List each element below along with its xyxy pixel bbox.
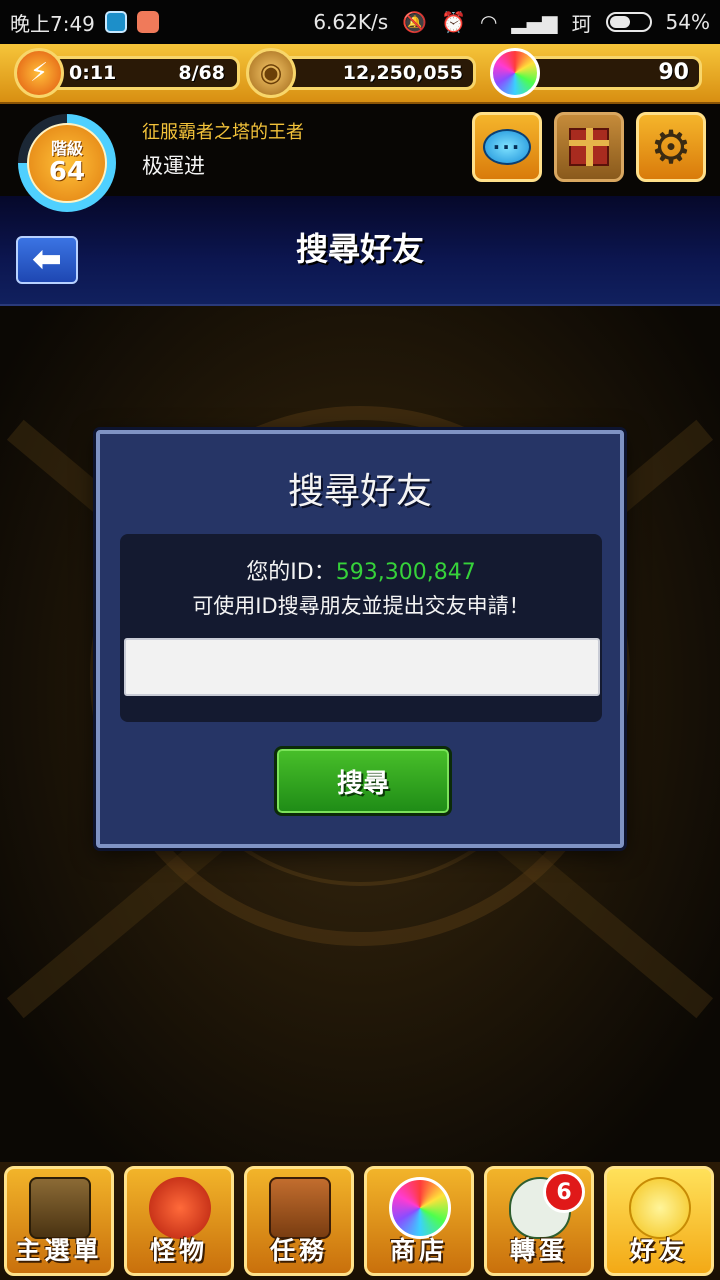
quest-book-icon — [269, 1177, 331, 1239]
gold-value: 12,250,055 — [342, 62, 463, 84]
nav-shop[interactable]: 商店 — [364, 1166, 474, 1276]
shop-orb-icon — [389, 1177, 451, 1239]
gold-coin-icon: ◉ — [246, 48, 296, 98]
gift-box-icon — [569, 128, 609, 166]
gear-icon: ⚙ — [650, 120, 692, 174]
battery-percent: 54% — [665, 10, 710, 34]
chat-button[interactable]: ··· — [472, 112, 542, 182]
dialog-title: 搜尋好友 — [287, 471, 432, 512]
search-friend-dialog: 搜尋好友 您的ID：593,300,847 可使用ID搜尋朋友並提出交友申請！ … — [96, 430, 624, 848]
nav-main-menu[interactable]: 主選單 — [4, 1166, 114, 1276]
nav-label: 好友 — [629, 1236, 688, 1265]
player-title: 征服霸者之塔的王者 — [142, 122, 304, 143]
settings-button[interactable]: ⚙ — [636, 112, 706, 182]
battery-fill — [609, 16, 631, 28]
stamina-counter: 0:11 8/68 — [40, 56, 240, 90]
bottom-nav: 主選單 怪物 任務 商店 6 轉蛋 好友 — [0, 1162, 720, 1280]
nav-label: 商店 — [389, 1236, 448, 1265]
app-notification-icon — [136, 11, 159, 33]
status-time: 晚上7:49 — [10, 11, 95, 36]
nav-friends[interactable]: 好友 — [604, 1166, 714, 1276]
monster-icon — [149, 1177, 211, 1239]
resource-bar: 0:11 8/68 ⚡ 12,250,055 ◉ 90 — [0, 44, 720, 104]
gold-counter: 12,250,055 — [268, 56, 476, 90]
network-speed: 6.62K/s — [313, 10, 389, 34]
rank-label: 階級 — [50, 139, 83, 158]
rank-disc: 階級 64 — [27, 123, 107, 203]
gift-button[interactable] — [554, 112, 624, 182]
nav-gacha[interactable]: 6 轉蛋 — [484, 1166, 594, 1276]
rank-value: 64 — [48, 157, 86, 187]
friend-id-input[interactable] — [124, 638, 600, 696]
signal-icon: ▂▄▆ — [511, 10, 558, 34]
orb-value: 90 — [658, 60, 689, 85]
my-id-label: 您的ID： — [246, 560, 336, 585]
wifi-icon: ◠ — [479, 10, 498, 34]
my-id-line: 您的ID：593,300,847 — [120, 554, 602, 586]
alarm-icon: ⏰ — [441, 10, 466, 34]
battery-icon — [605, 12, 652, 32]
rank-badge: 階級 64 — [18, 114, 116, 212]
home-gate-icon — [29, 1177, 91, 1239]
nav-label: 轉蛋 — [509, 1236, 568, 1265]
nav-quest[interactable]: 任務 — [244, 1166, 354, 1276]
search-hint: 可使用ID搜尋朋友並提出交友申請！ — [192, 594, 530, 618]
nav-label: 任務 — [269, 1236, 328, 1265]
id-info-panel: 您的ID：593,300,847 可使用ID搜尋朋友並提出交友申請！ — [120, 534, 602, 722]
nav-monster[interactable]: 怪物 — [124, 1166, 234, 1276]
status-bar: 晚上7:49 6.62K/s 🔕 ⏰ ◠ ▂▄▆ 珂 54% — [0, 0, 720, 44]
friends-icon — [629, 1177, 691, 1239]
chat-bubble-icon: ··· — [483, 129, 531, 165]
gacha-count-badge: 6 — [543, 1171, 585, 1213]
stamina-timer: 0:11 — [69, 62, 117, 84]
stamina-lightning-icon: ⚡ — [14, 48, 64, 98]
nav-label: 怪物 — [149, 1236, 208, 1265]
search-button[interactable]: 搜尋 — [274, 746, 452, 816]
rainbow-orb-icon — [490, 48, 540, 98]
page-title: 搜尋好友 — [295, 230, 424, 268]
carrier-name: 珂 — [571, 11, 592, 36]
nav-label: 主選單 — [15, 1236, 103, 1265]
player-name: 极運进 — [142, 154, 205, 178]
my-id-value: 593,300,847 — [335, 560, 476, 585]
stamina-value: 8/68 — [178, 62, 225, 84]
alarm-off-icon: 🔕 — [402, 10, 428, 34]
app-notification-icon — [104, 11, 127, 33]
page-header: ⬅ 搜尋好友 — [0, 196, 720, 306]
profile-bar: 階級 64 征服霸者之塔的王者 极運进 ··· ⚙ — [0, 104, 720, 212]
